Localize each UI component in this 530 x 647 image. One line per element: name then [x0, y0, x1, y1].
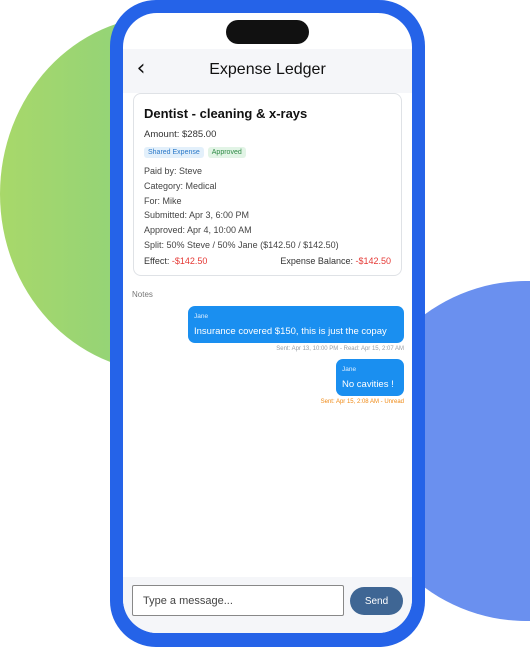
- message-bubble: Jane No cavities !: [336, 359, 404, 396]
- effect-value: -$142.50: [171, 256, 208, 266]
- expense-card: Dentist - cleaning & x-rays Amount: $285…: [133, 93, 402, 276]
- approved-text: Approved: Apr 4, 10:00 AM: [144, 225, 252, 235]
- send-button[interactable]: Send: [350, 587, 403, 615]
- expense-title: Dentist - cleaning & x-rays: [144, 106, 308, 121]
- message-text: No cavities !: [342, 379, 394, 390]
- message-text: Insurance covered $150, this is just the…: [194, 326, 387, 337]
- effect-label: Effect:: [144, 256, 172, 266]
- expense-balance-label: Expense Balance:: [280, 256, 356, 266]
- category-text: Category: Medical: [144, 181, 217, 191]
- for-text: For: Mike: [144, 196, 182, 206]
- paid-by-text: Paid by: Steve: [144, 166, 203, 176]
- effect-row: Effect: -$142.50: [144, 256, 207, 266]
- approved-badge: Approved: [207, 147, 246, 158]
- expense-balance-value: -$142.50: [355, 256, 391, 266]
- message-meta-unread: Sent: Apr 15, 2:08 AM - Unread: [320, 399, 404, 405]
- split-text: Split: 50% Steve / 50% Jane ($142.50 / $…: [144, 240, 339, 250]
- badge-group: Shared Expense Approved: [144, 147, 246, 158]
- phone-screen: ‹ Expense Ledger Dentist - cleaning & x-…: [123, 13, 412, 633]
- message-input[interactable]: [132, 585, 344, 616]
- shared-expense-badge: Shared Expense: [144, 147, 204, 158]
- app-header: ‹ Expense Ledger: [123, 49, 412, 93]
- notes-label: Notes: [132, 290, 153, 299]
- expense-balance-row: Expense Balance: -$142.50: [280, 256, 391, 266]
- phone-notch: [226, 20, 309, 44]
- message-meta: Sent: Apr 13, 10:00 PM - Read: Apr 15, 2…: [276, 346, 404, 352]
- expense-amount: Amount: $285.00: [144, 129, 217, 140]
- message-bubble: Jane Insurance covered $150, this is jus…: [188, 306, 404, 343]
- message-sender: Jane: [342, 366, 357, 373]
- message-sender: Jane: [194, 313, 209, 320]
- message-composer: Send: [123, 577, 412, 633]
- page-title: Expense Ledger: [209, 61, 326, 78]
- submitted-text: Submitted: Apr 3, 6:00 PM: [144, 210, 250, 220]
